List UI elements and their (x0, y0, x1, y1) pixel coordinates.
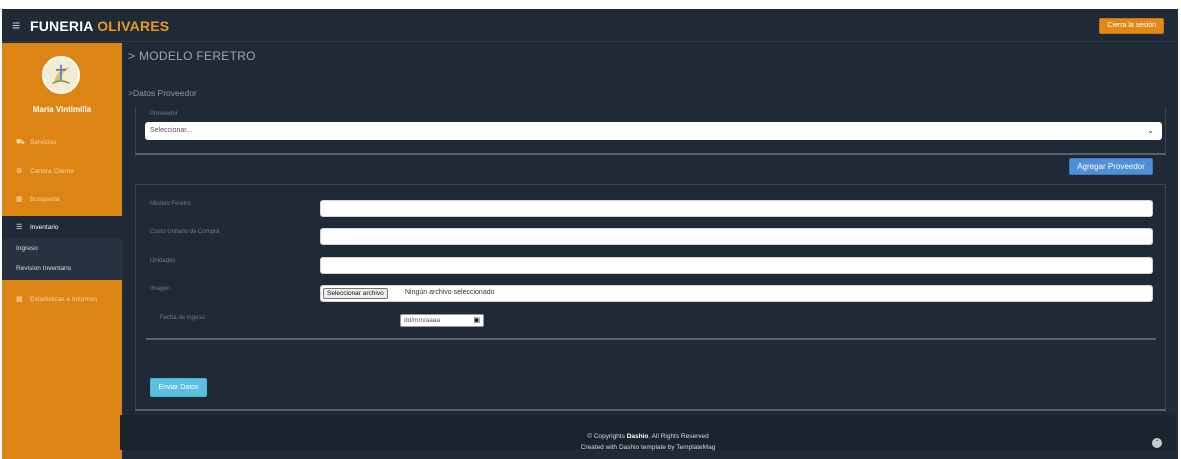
copyright-text: © Copyrights Dashio. All Rights Reserved (120, 433, 1176, 440)
costo-input[interactable] (320, 228, 1153, 245)
page-title: > MODELO FERETRO (128, 49, 256, 63)
submenu-item-ingreso[interactable]: Ingreso (16, 245, 38, 252)
imagen-file-input[interactable]: Seleccionar archivo Ningún archivo selec… (320, 285, 1153, 302)
proveedor-select[interactable]: Seleccionar... ⌄ (145, 122, 1162, 140)
modelo-label: Modelo Feretro (150, 201, 191, 207)
imagen-label: Imagen (150, 286, 171, 292)
menu-icon[interactable]: ≡ (12, 18, 20, 32)
section-title: >Datos Proveedor (128, 88, 197, 98)
sidebar-item-label: Cartera Cliente (30, 167, 74, 175)
logo-text-orange: OLIVARES (97, 18, 170, 34)
logout-button[interactable]: Cierra la sesión (1099, 18, 1164, 34)
sidebar-item-label: Busqueda (30, 195, 60, 203)
submit-button[interactable]: Enviar Datos (150, 378, 207, 397)
template-credit: Created with Dashio template by Template… (580, 444, 716, 451)
list-icon: ☰ (16, 224, 23, 231)
sidebar-item-servicios[interactable]: ⛟ Servicios (2, 132, 122, 152)
add-provider-button[interactable]: Agregar Proveedor (1069, 158, 1153, 175)
inventario-submenu: Ingreso Revision Inventario (2, 238, 122, 280)
app-logo[interactable]: FUNERIA OLIVARES (30, 18, 169, 34)
calendar-icon[interactable]: ▣ (473, 315, 480, 326)
select-file-button[interactable]: Seleccionar archivo (323, 288, 388, 299)
copyright-suffix: . All Rights Reserved (648, 433, 709, 440)
submenu-item-revision-inventario[interactable]: Revision Inventario (16, 265, 71, 272)
modelo-input[interactable] (320, 200, 1153, 217)
footer: © Copyrights Dashio. All Rights Reserved… (120, 415, 1176, 451)
car-icon: ⛟ (16, 138, 25, 146)
sidebar-item-busqueda[interactable]: ▦ Busqueda (2, 189, 122, 209)
logo-text-white: FUNERIA (30, 18, 98, 34)
top-bar: ≡ FUNERIA OLIVARES Cierra la sesión (2, 9, 1178, 42)
go-top-icon[interactable]: ⌃ (1152, 438, 1162, 448)
bar-chart-icon: ▩ (16, 296, 23, 303)
date-placeholder: dd/mm/aaaa (404, 317, 441, 324)
copyright-brand: Dashio (626, 433, 649, 440)
unidades-label: Unidades (150, 258, 176, 264)
costo-label: Costo Unitario de Compra (150, 229, 220, 235)
fecha-date-input[interactable]: dd/mm/aaaa ▣ (400, 314, 484, 327)
sidebar: Maria Vintimilla ⛟ Servicios ⚙ Cartera C… (2, 43, 122, 459)
file-status: Ningún archivo seleccionado (405, 289, 495, 296)
fecha-label: Fecha de Ingeso (160, 315, 205, 321)
copyright-prefix: © Copyrights (587, 433, 627, 440)
select-value: Seleccionar... (150, 127, 193, 134)
sidebar-item-cartera-cliente[interactable]: ⚙ Cartera Cliente (2, 161, 122, 181)
sidebar-item-estadisticas[interactable]: ▩ Estadisticas e Informes (2, 289, 122, 309)
cogs-icon: ⚙ (16, 168, 23, 175)
sidebar-item-label: Estadisticas e Informes (30, 295, 98, 303)
chevron-down-icon: ⌄ (1147, 126, 1154, 135)
olivares-logo-icon (44, 58, 78, 92)
proveedor-label: Proveedor (150, 111, 178, 117)
sidebar-item-inventario[interactable]: ☰ Inventario (2, 216, 122, 238)
grid-icon: ▦ (16, 196, 23, 203)
unidades-input[interactable] (320, 257, 1153, 274)
sidebar-item-label: Inventario (30, 223, 59, 231)
avatar[interactable] (42, 56, 80, 94)
user-name: Maria Vintimilla (32, 105, 92, 114)
sidebar-item-label: Servicios (30, 138, 57, 146)
